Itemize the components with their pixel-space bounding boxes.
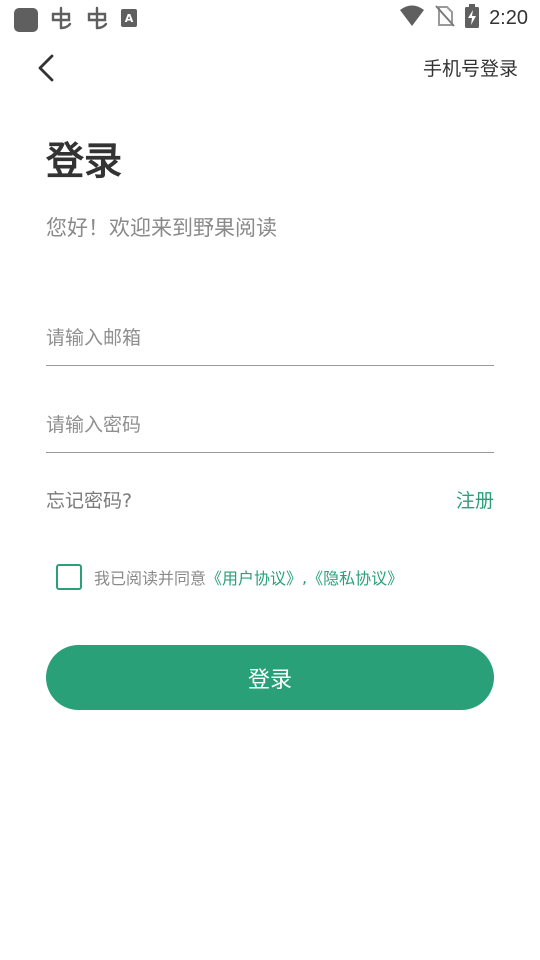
phone-login-link[interactable]: 手机号登录 [423, 54, 518, 81]
status-left-icons: A [14, 5, 138, 35]
agreement-prefix: 我已阅读并同意 [94, 569, 207, 588]
svg-text:A: A [125, 12, 134, 25]
forgot-password-link[interactable]: 忘记密码? [46, 486, 132, 513]
user-agreement-link[interactable]: 《用户协议》 [206, 565, 302, 589]
status-bar: A 2:20 [0, 0, 540, 36]
email-input[interactable] [46, 327, 494, 349]
email-field-container [46, 305, 494, 366]
login-screen: A 2:20 手机号登录 登录 您好！欢迎来到野果阅读 请输入邮箱 忘记密码? … [0, 0, 540, 960]
wifi-icon [399, 5, 425, 31]
privacy-policy-link[interactable]: 《隐私协议》 [307, 565, 403, 589]
battery-charging-icon [465, 4, 480, 32]
bug-icon [84, 5, 110, 35]
status-time: 2:20 [489, 6, 528, 29]
chevron-left-icon [38, 54, 54, 82]
register-link[interactable]: 注册 [456, 486, 494, 513]
page-title: 登录 [46, 139, 123, 183]
welcome-text: 您好！欢迎来到野果阅读 [46, 216, 277, 240]
agreement-checkbox[interactable] [56, 564, 82, 590]
no-sim-icon [435, 4, 455, 32]
agreement-row: 我已阅读并同意 《用户协议》 , 《隐私协议》 [56, 564, 403, 590]
status-right-icons: 2:20 [399, 4, 528, 32]
login-button[interactable]: 登录 [46, 645, 494, 710]
password-field-container [46, 392, 494, 453]
back-button[interactable] [28, 48, 64, 88]
text-a-icon: A [120, 8, 138, 32]
app-square-icon [14, 8, 38, 32]
bug-icon [48, 5, 74, 35]
password-input[interactable] [46, 414, 494, 436]
